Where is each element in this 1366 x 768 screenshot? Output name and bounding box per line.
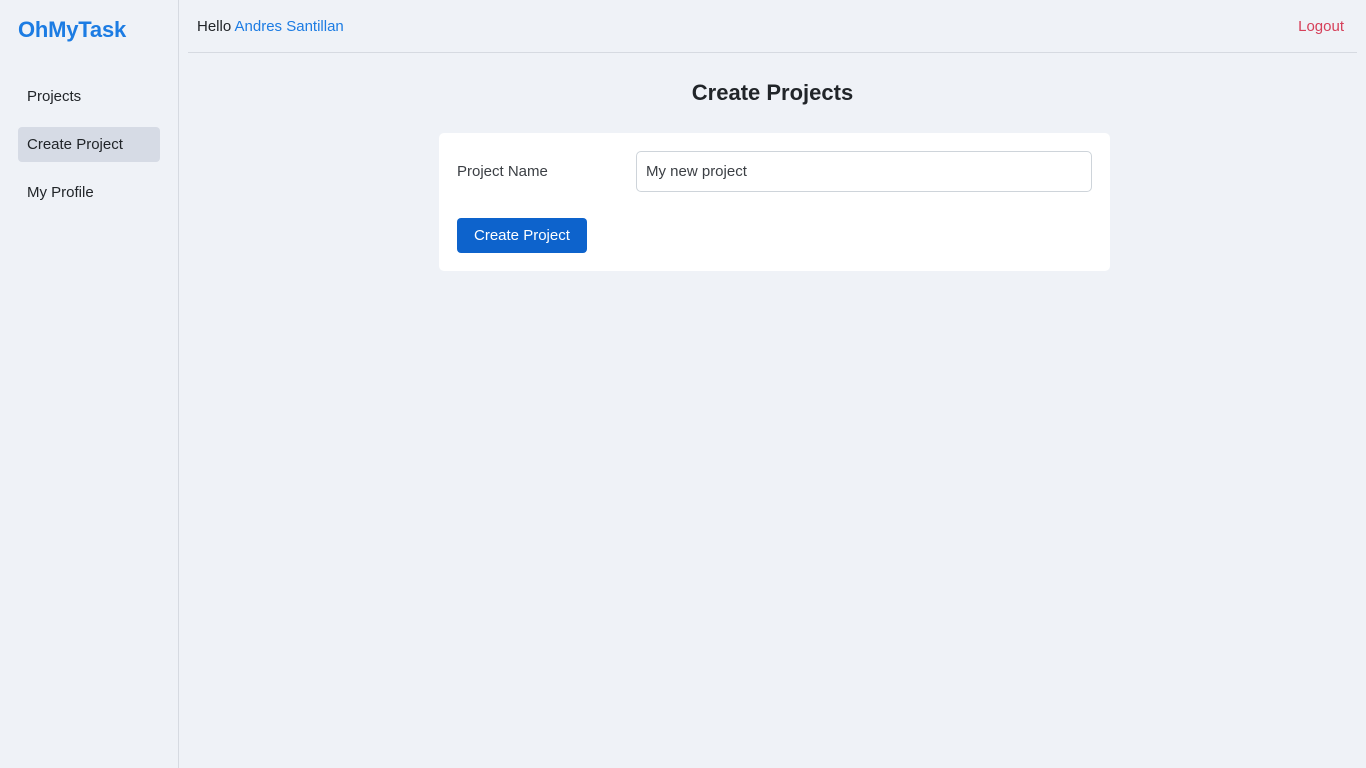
app-root: OhMyTask Projects Create Project My Prof… <box>0 0 1366 768</box>
greeting: Hello Andres Santillan <box>197 18 344 35</box>
create-project-button[interactable]: Create Project <box>457 218 587 253</box>
logout-link[interactable]: Logout <box>1298 18 1344 35</box>
top-header: Hello Andres Santillan Logout <box>188 0 1357 53</box>
sidebar: OhMyTask Projects Create Project My Prof… <box>0 0 179 768</box>
project-name-input[interactable] <box>636 151 1092 192</box>
page-title: Create Projects <box>691 80 854 105</box>
greeting-prefix: Hello <box>197 17 232 35</box>
main-content: Hello Andres Santillan Logout Create Pro… <box>179 0 1366 768</box>
sidebar-item-create-project[interactable]: Create Project <box>18 127 160 162</box>
sidebar-nav: Projects Create Project My Profile <box>18 79 160 210</box>
user-name-link[interactable]: Andres Santillan <box>235 18 344 35</box>
sidebar-item-my-profile[interactable]: My Profile <box>18 175 160 210</box>
brand-logo[interactable]: OhMyTask <box>18 19 160 41</box>
project-name-label: Project Name <box>457 163 548 180</box>
create-project-card: Project Name Create Project <box>439 133 1110 271</box>
project-name-row: Project Name <box>457 151 1092 192</box>
sidebar-item-projects[interactable]: Projects <box>18 79 160 114</box>
